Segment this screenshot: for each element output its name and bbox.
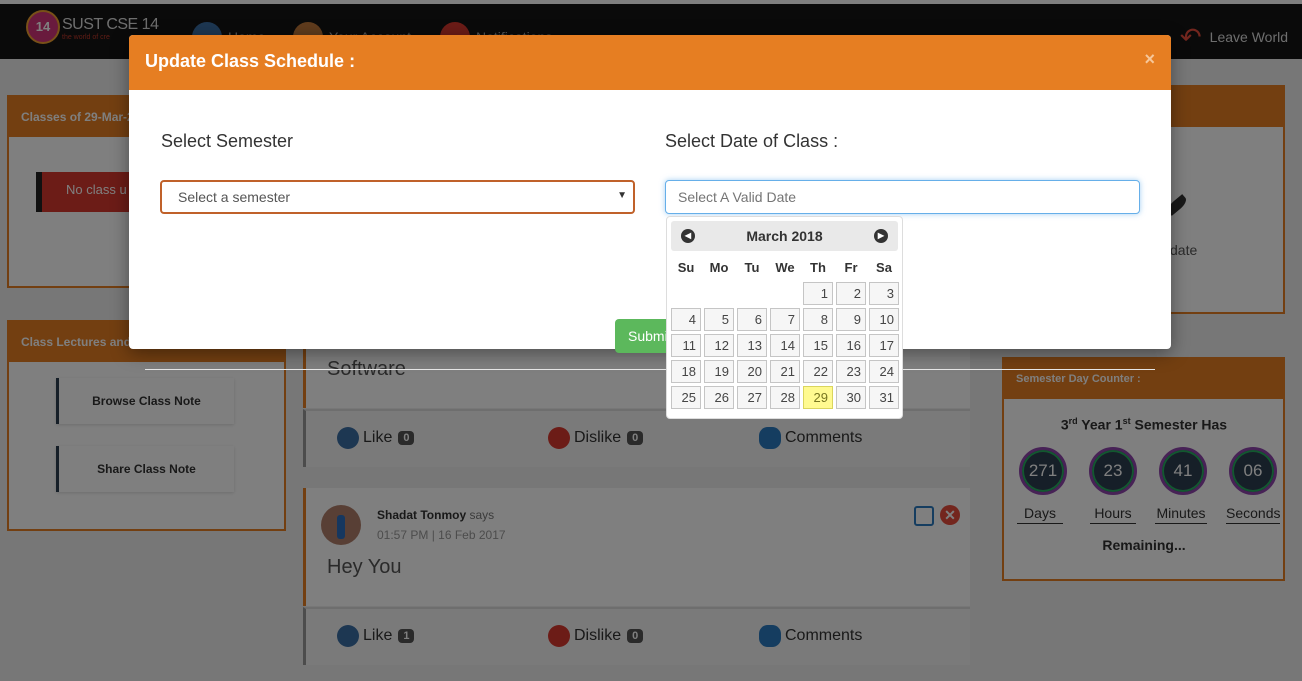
datepicker-day[interactable]: 17 <box>869 334 899 357</box>
datepicker-day[interactable]: 2 <box>836 282 866 305</box>
modal-footer-divider <box>145 369 1155 370</box>
datepicker-day[interactable]: 19 <box>704 360 734 383</box>
update-schedule-modal: Update Class Schedule : × Select Semeste… <box>129 35 1171 370</box>
datepicker-day[interactable]: 8 <box>803 308 833 331</box>
modal-title: Update Class Schedule : <box>145 51 356 71</box>
datepicker-day[interactable]: 12 <box>704 334 734 357</box>
datepicker-blank <box>671 282 701 305</box>
datepicker-day[interactable]: 18 <box>671 360 701 383</box>
datepicker-day[interactable]: 26 <box>704 386 734 409</box>
weekday-header: Th <box>810 260 826 275</box>
datepicker-day[interactable]: 5 <box>704 308 734 331</box>
datepicker-blank <box>704 282 734 305</box>
next-month-icon[interactable]: ▶ <box>874 229 888 243</box>
weekday-header: Fr <box>844 260 858 275</box>
weekday-header: Mo <box>709 260 729 275</box>
datepicker-header: ◀ March 2018 ▶ <box>671 221 898 251</box>
datepicker-day-today[interactable]: 29 <box>803 386 833 409</box>
datepicker-day[interactable]: 22 <box>803 360 833 383</box>
semester-select[interactable]: Select a semester ▼ <box>160 180 635 214</box>
datepicker-day[interactable]: 25 <box>671 386 701 409</box>
semester-label: Select Semester <box>161 131 294 151</box>
datepicker-day[interactable]: 16 <box>836 334 866 357</box>
datepicker-day[interactable]: 23 <box>836 360 866 383</box>
datepicker-month-year: March 2018 <box>746 228 823 244</box>
datepicker-day[interactable]: 27 <box>737 386 767 409</box>
weekday-header: We <box>775 260 795 275</box>
datepicker-day[interactable]: 14 <box>770 334 800 357</box>
datepicker-day[interactable]: 7 <box>770 308 800 331</box>
date-label: Select Date of Class : <box>665 131 839 151</box>
datepicker-day[interactable]: 1 <box>803 282 833 305</box>
datepicker-day[interactable]: 30 <box>836 386 866 409</box>
datepicker-day[interactable]: 15 <box>803 334 833 357</box>
datepicker-blank <box>737 282 767 305</box>
datepicker-day[interactable]: 11 <box>671 334 701 357</box>
datepicker-day[interactable]: 24 <box>869 360 899 383</box>
datepicker-day[interactable]: 3 <box>869 282 899 305</box>
datepicker-day[interactable]: 6 <box>737 308 767 331</box>
weekday-header: Tu <box>744 260 760 275</box>
close-icon[interactable]: × <box>1144 49 1155 70</box>
datepicker-day[interactable]: 10 <box>869 308 899 331</box>
datepicker-day[interactable]: 20 <box>737 360 767 383</box>
datepicker-grid: Su Mo Tu We Th Fr Sa 1 2 3 4 5 6 7 8 9 10 11 12 13 14 15 16 17 1… <box>671 257 899 409</box>
datepicker-day[interactable]: 4 <box>671 308 701 331</box>
weekday-header: Su <box>677 260 695 275</box>
datepicker-day[interactable]: 13 <box>737 334 767 357</box>
date-input[interactable] <box>665 180 1140 214</box>
semester-select-value: Select a semester <box>178 189 291 205</box>
weekday-header: Sa <box>876 260 892 275</box>
datepicker-day[interactable]: 31 <box>869 386 899 409</box>
modal-header: Update Class Schedule : × <box>129 35 1171 90</box>
datepicker: ◀ March 2018 ▶ Su Mo Tu We Th Fr Sa 1 2 3 4 5 6 7 8 9 10… <box>666 216 903 419</box>
datepicker-day[interactable]: 28 <box>770 386 800 409</box>
datepicker-day[interactable]: 9 <box>836 308 866 331</box>
prev-month-icon[interactable]: ◀ <box>681 229 695 243</box>
dropdown-arrow-icon: ▼ <box>617 190 627 201</box>
datepicker-day[interactable]: 21 <box>770 360 800 383</box>
datepicker-blank <box>770 282 800 305</box>
